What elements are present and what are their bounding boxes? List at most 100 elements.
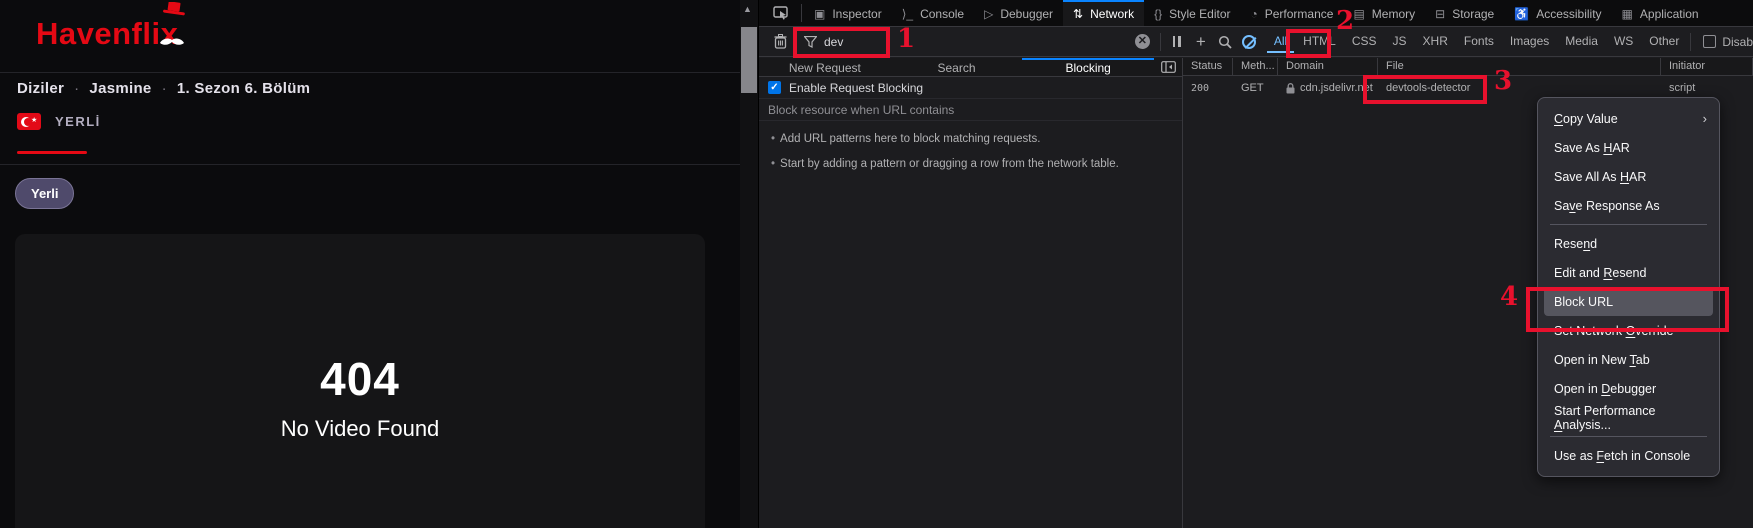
type-filter-other[interactable]: Other — [1642, 30, 1686, 53]
menu-item-label: Set Network Override — [1554, 323, 1674, 338]
new-request-button[interactable]: + — [1189, 30, 1213, 54]
type-filter-html[interactable]: HTML — [1296, 30, 1343, 53]
devtools-tab-network[interactable]: ⇅ Network — [1063, 0, 1145, 26]
breadcrumb-item-jasmine[interactable]: Jasmine — [89, 80, 151, 97]
menu-item-save-as-har[interactable]: Save As HAR — [1538, 133, 1719, 162]
panel-tab-new-request[interactable]: New Request — [759, 58, 891, 76]
request-table-header: Status Meth... Domain File Initiator — [1183, 58, 1753, 76]
column-header-domain[interactable]: Domain — [1278, 58, 1378, 75]
type-filter-css[interactable]: CSS — [1345, 30, 1384, 53]
type-filter-ws[interactable]: WS — [1607, 30, 1640, 53]
pause-recording-button[interactable] — [1165, 30, 1189, 54]
clear-filter-button[interactable]: ✕ — [1134, 34, 1150, 49]
menu-item-edit-and-resend[interactable]: Edit and Resend — [1538, 258, 1719, 287]
genre-badge[interactable]: Yerli — [15, 178, 75, 209]
devtools-tab-style-editor[interactable]: {} Style Editor — [1144, 0, 1240, 26]
site-page: Havenflix Diziler · Jasmine · 1. Sezon 6. Bö… — [0, 0, 740, 528]
menu-item-copy-value[interactable]: Copy Value › — [1538, 104, 1719, 133]
collapse-panel-button[interactable] — [1154, 58, 1182, 76]
devtools-tab-label: Style Editor — [1169, 7, 1231, 21]
cell-file: devtools-detector — [1386, 82, 1471, 94]
menu-item-use-as-fetch-in-console[interactable]: Use as Fetch in Console — [1538, 441, 1719, 470]
devtools-tabs: ▣ Inspector ⟩_ Console ▷ Debugger ⇅ Network {} St… — [804, 0, 1709, 26]
menu-item-open-in-debugger[interactable]: Open in Debugger — [1538, 374, 1719, 403]
menu-item-open-in-new-tab[interactable]: Open in New Tab — [1538, 345, 1719, 374]
logo-hat-icon — [162, 2, 185, 16]
devtools-tab-application[interactable]: ▦ Application — [1612, 0, 1709, 26]
column-header-status[interactable]: Status — [1183, 58, 1233, 75]
disable-cache-checkbox[interactable] — [1703, 35, 1717, 48]
menu-item-block-url[interactable]: Block URL — [1544, 287, 1713, 316]
devtools-tab-label: Debugger — [1000, 7, 1054, 21]
menu-item-save-all-as-har[interactable]: Save All As HAR — [1538, 162, 1719, 191]
blocking-hints: • Add URL patterns here to block matching… — [759, 121, 1182, 170]
devtools-tab-debugger[interactable]: ▷ Debugger — [974, 0, 1063, 26]
devtools-tab-label: Accessibility — [1536, 7, 1602, 21]
devtools-tab-inspector[interactable]: ▣ Inspector — [804, 0, 892, 26]
search-button[interactable] — [1213, 30, 1237, 54]
devtools-tab-console[interactable]: ⟩_ Console — [892, 0, 974, 26]
console-icon: ⟩_ — [901, 7, 914, 21]
toolbar-separator — [1159, 32, 1161, 51]
menu-item-label: Block URL — [1554, 294, 1614, 309]
block-pattern-input[interactable]: Block resource when URL contains — [759, 99, 1182, 121]
url-filter-input[interactable]: dev ✕ — [792, 27, 1156, 56]
site-logo[interactable]: Havenflix — [36, 2, 185, 52]
cell-initiator: script — [1669, 82, 1696, 94]
menu-item-start-performance-analysis[interactable]: Start Performance Analysis... — [1538, 403, 1719, 432]
plus-icon: + — [1195, 32, 1206, 51]
disable-cache-toggle[interactable]: Disab — [1703, 35, 1753, 49]
menu-separator — [1550, 436, 1707, 437]
column-header-file[interactable]: File — [1378, 58, 1661, 75]
column-header-initiator[interactable]: Initiator — [1661, 58, 1753, 75]
page-scrollbar[interactable]: ▲ — [740, 0, 758, 528]
trash-icon — [774, 34, 786, 49]
devtools-tab-memory[interactable]: ▤ Memory — [1343, 0, 1425, 26]
menu-item-label: Save As HAR — [1554, 140, 1630, 155]
enable-request-blocking-row[interactable]: ✓ Enable Request Blocking — [759, 77, 1182, 99]
active-tab-underline — [17, 151, 87, 154]
scrollbar-thumb[interactable] — [741, 27, 757, 93]
pause-icon — [1172, 36, 1181, 47]
disable-cache-label: Disab — [1722, 34, 1753, 49]
block-icon — [1241, 34, 1256, 49]
devtools-tab-accessibility[interactable]: ♿ Accessibility — [1504, 0, 1611, 26]
clear-requests-button[interactable] — [768, 30, 792, 54]
breadcrumb-item-diziler[interactable]: Diziler — [17, 80, 64, 97]
type-filter-fonts[interactable]: Fonts — [1457, 30, 1501, 53]
type-filter-media[interactable]: Media — [1558, 30, 1605, 53]
network-toolbar: dev ✕ + All HTML CSS JS XHR Fonts Images Media W… — [759, 27, 1753, 57]
toolbar-separator — [801, 4, 802, 22]
menu-item-resend[interactable]: Resend — [1538, 229, 1719, 258]
type-filter-all[interactable]: All — [1266, 30, 1295, 53]
cell-status: 200 — [1191, 82, 1210, 94]
scrollbar-up-arrow-icon[interactable]: ▲ — [743, 4, 752, 14]
tab-yerli[interactable]: ★ YERLİ — [17, 113, 101, 130]
devtools-tab-performance[interactable]: ◔ Performance — [1241, 0, 1344, 26]
pick-element-button[interactable] — [759, 0, 799, 26]
type-filter-xhr[interactable]: XHR — [1416, 30, 1455, 53]
lock-icon — [1286, 82, 1295, 93]
request-blocking-button[interactable] — [1237, 30, 1261, 54]
menu-item-label: Open in New Tab — [1554, 352, 1650, 367]
breadcrumb-item-1-sezon-6-b-l-m[interactable]: 1. Sezon 6. Bölüm — [177, 80, 310, 97]
devtools-tab-label: Performance — [1264, 7, 1334, 21]
menu-item-label: Open in Debugger — [1554, 381, 1657, 396]
menu-separator — [1550, 224, 1707, 225]
memory-icon: ▤ — [1353, 7, 1365, 21]
panel-tab-search[interactable]: Search — [891, 58, 1023, 76]
blocking-pane: New Request Search Blocking ✓ Enable Reque… — [759, 58, 1183, 528]
type-filter-images[interactable]: Images — [1503, 30, 1556, 53]
menu-item-set-network-override[interactable]: Set Network Override — [1538, 316, 1719, 345]
menu-item-save-response-as[interactable]: Save Response As — [1538, 191, 1719, 220]
toolbar-separator — [1690, 32, 1692, 51]
blocking-hint: • Add URL patterns here to block matching… — [771, 133, 1172, 145]
network-icon: ⇅ — [1073, 7, 1084, 21]
column-header-meth[interactable]: Meth... — [1233, 58, 1278, 75]
devtools-tab-storage[interactable]: ⊟ Storage — [1425, 0, 1504, 26]
type-filter-js[interactable]: JS — [1386, 30, 1414, 53]
cell-domain: cdn.jsdelivr.net — [1278, 82, 1378, 94]
debugger-icon: ▷ — [984, 7, 994, 21]
enable-blocking-checkbox[interactable]: ✓ — [768, 81, 781, 94]
panel-tab-blocking[interactable]: Blocking — [1022, 58, 1155, 76]
